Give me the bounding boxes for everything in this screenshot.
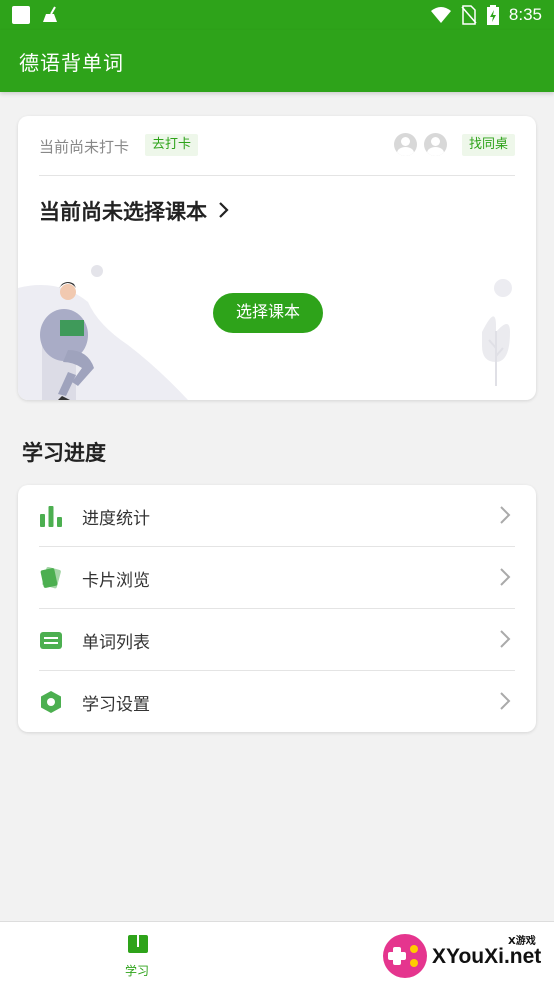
select-textbook-link[interactable]: 当前尚未选择课本 xyxy=(39,196,230,226)
chevron-right-icon xyxy=(219,202,229,218)
tree-illustration xyxy=(482,279,512,386)
battery-charging-icon xyxy=(486,5,499,25)
clock: 8:35 xyxy=(508,5,542,24)
menu-item-label: 单词列表 xyxy=(82,633,150,653)
watermark-logo: X游戏 XYouXi.net xyxy=(380,927,550,983)
section-title: 学习进度 xyxy=(22,441,106,465)
chevron-right-icon xyxy=(500,568,511,586)
list-icon xyxy=(40,632,62,649)
menu-item-label: 卡片浏览 xyxy=(82,571,150,591)
cards-icon xyxy=(40,567,61,589)
divider xyxy=(39,175,515,176)
chevron-right-icon xyxy=(500,630,511,648)
menu-item-word-list[interactable]: 单词列表 xyxy=(18,609,536,670)
app-title: 德语背单词 xyxy=(19,51,124,75)
reading-person-illustration xyxy=(18,265,188,400)
menu-item-label: 进度统计 xyxy=(82,509,150,529)
tab-label: 学习 xyxy=(125,964,150,978)
tab-study[interactable]: 学习 xyxy=(100,922,180,986)
menu-item-label: 学习设置 xyxy=(82,695,150,715)
book-icon xyxy=(128,935,148,953)
textbook-card: 当前尚未打卡 去打卡 找同桌 当前尚未选择课本 选择课本 xyxy=(18,116,536,400)
choose-textbook-button[interactable]: 选择课本 xyxy=(213,293,323,333)
notification-square-icon xyxy=(12,6,30,24)
progress-menu: 进度统计 卡片浏览 单词列表 学习设置 xyxy=(18,485,536,732)
chevron-right-icon xyxy=(500,506,511,524)
checkin-button[interactable]: 去打卡 xyxy=(145,134,199,156)
chevron-right-icon xyxy=(500,692,511,710)
avatar[interactable] xyxy=(424,133,447,156)
watermark-text: XYouXi.net xyxy=(432,945,542,968)
textbook-status: 当前尚未选择课本 xyxy=(39,200,207,224)
menu-item-card-browse[interactable]: 卡片浏览 xyxy=(18,547,536,608)
game-controller-logo-icon xyxy=(383,934,427,978)
status-bar: 8:35 xyxy=(0,0,554,30)
wifi-icon xyxy=(430,7,451,23)
app-bar: 德语背单词 xyxy=(0,30,554,92)
no-sim-icon xyxy=(461,5,477,25)
bar-chart-icon xyxy=(40,506,62,527)
menu-item-progress-stats[interactable]: 进度统计 xyxy=(18,485,536,546)
cleaner-icon xyxy=(43,6,57,22)
find-deskmate-button[interactable]: 找同桌 xyxy=(462,134,516,156)
checkin-status: 当前尚未打卡 xyxy=(39,138,130,156)
avatar[interactable] xyxy=(394,133,417,156)
menu-item-study-settings[interactable]: 学习设置 xyxy=(18,671,536,732)
settings-hexagon-icon xyxy=(41,691,61,713)
